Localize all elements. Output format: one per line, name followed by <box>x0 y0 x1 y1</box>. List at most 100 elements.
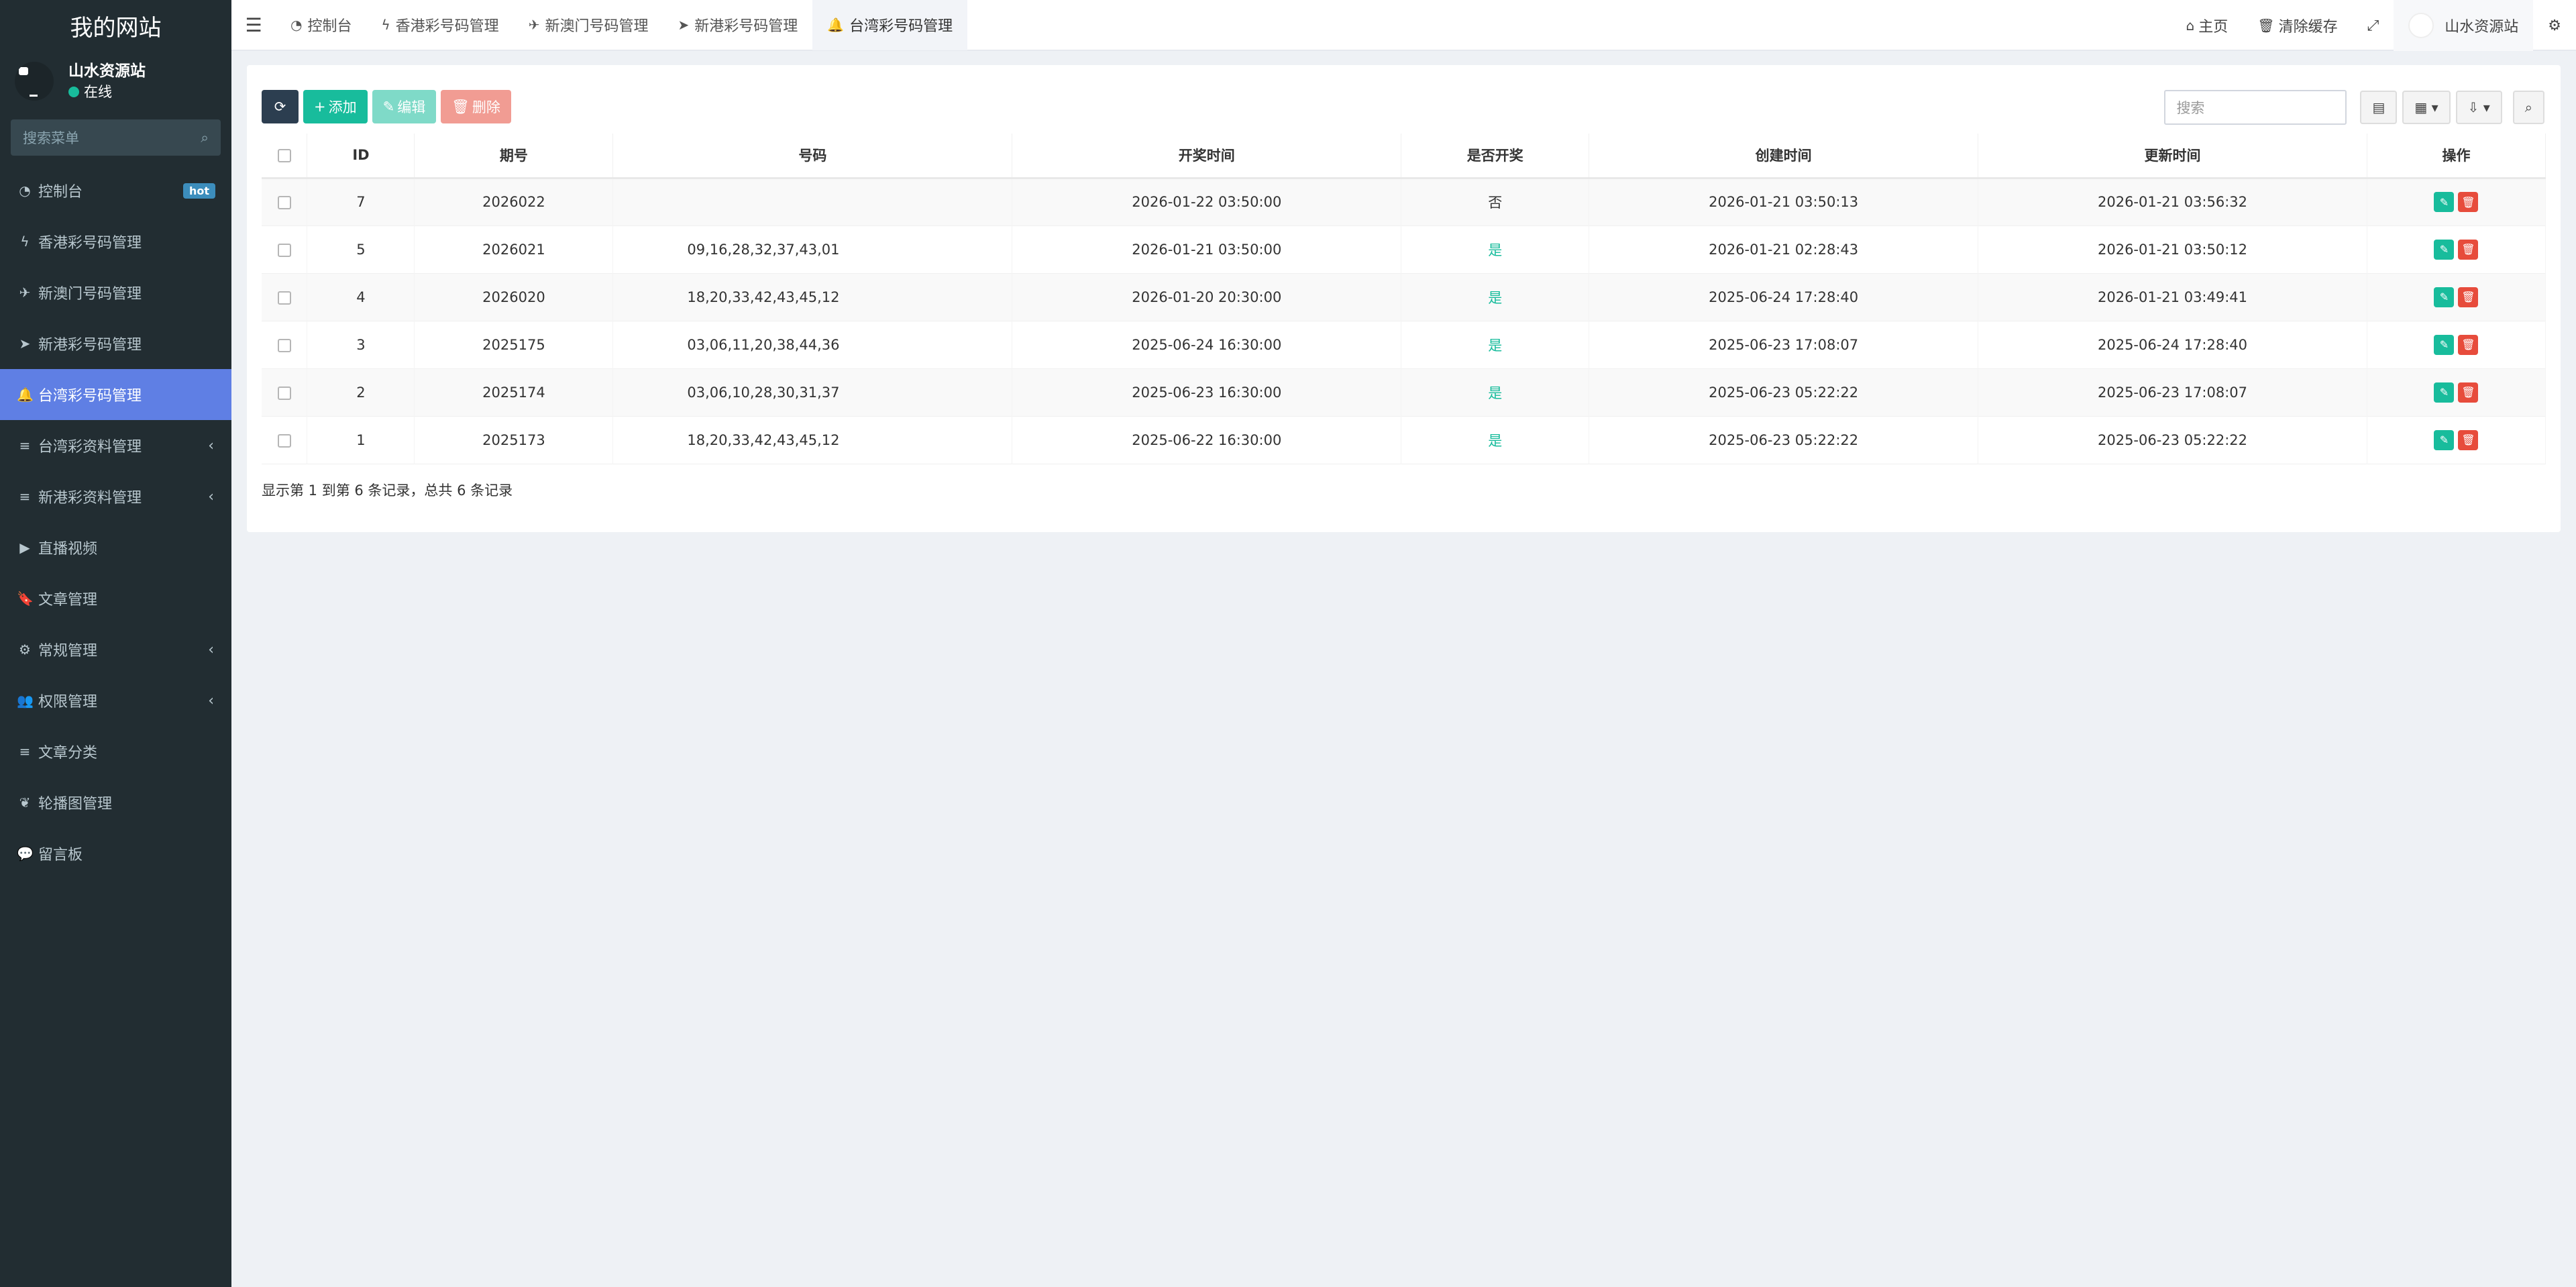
table-row[interactable]: 4 2026020 18,20,33,42,43,45,12 2026-01-20 2… <box>262 273 2546 321</box>
sidebar-item-0[interactable]: ◔ 控制台 hot <box>0 165 231 216</box>
sidebar-item-label: 新港彩号码管理 <box>38 337 142 354</box>
bookmark-icon: 🔖 <box>17 590 34 607</box>
sidebar-item-4[interactable]: 🔔 台湾彩号码管理 <box>0 369 231 420</box>
tab-1[interactable]: ϟ 香港彩号码管理 <box>366 0 513 50</box>
cell-issue: 2025174 <box>414 368 614 416</box>
cell-created: 2026-01-21 02:28:43 <box>1589 225 1979 273</box>
table-row[interactable]: 3 2025175 03,06,11,20,38,44,36 2025-06-24 1… <box>262 321 2546 368</box>
sidebar-item-13[interactable]: 💬 留言板 <box>0 828 231 879</box>
tab-2[interactable]: ✈ 新澳门号码管理 <box>514 0 663 50</box>
col-issue[interactable]: 期号 <box>414 134 614 179</box>
edit-row-button[interactable]: ✎ <box>2434 287 2455 307</box>
video-icon: ▶ <box>19 539 30 556</box>
edit-row-button[interactable]: ✎ <box>2434 239 2455 260</box>
tab-label: 控制台 <box>307 18 352 35</box>
edit-row-button[interactable]: ✎ <box>2434 334 2455 355</box>
export-button[interactable]: ⇩ ▾ <box>2455 91 2502 124</box>
sidebar-item-label: 文章分类 <box>38 745 98 762</box>
table-row[interactable]: 5 2026021 09,16,28,32,37,43,01 2026-01-21 0… <box>262 225 2546 273</box>
edit-row-button[interactable]: ✎ <box>2434 192 2455 212</box>
table-right-tools: 搜索 ▤ ▦ ▾ ⇩ ▾ ⌕ <box>2164 90 2544 125</box>
sidebar-item-5[interactable]: ≡ 台湾彩资料管理 ‹ <box>0 420 231 471</box>
data-table: ID 期号 号码 开奖时间 是否开奖 创建时间 更新时间 操作 7 2026022… <box>262 134 2546 464</box>
col-created[interactable]: 创建时间 <box>1589 134 1979 179</box>
delete-row-button[interactable]: 🗑 <box>2458 192 2479 212</box>
sidebar-item-1[interactable]: ϟ 香港彩号码管理 <box>0 216 231 267</box>
search-icon[interactable]: ⌕ <box>201 130 209 146</box>
row-checkbox[interactable] <box>262 178 308 225</box>
sidebar-item-8[interactable]: 🔖 文章管理 <box>0 573 231 624</box>
cell-created: 2026-01-21 03:50:13 <box>1589 178 1979 225</box>
sidebar-item-7[interactable]: ▶ 直播视频 <box>0 522 231 573</box>
row-checkbox[interactable] <box>262 273 308 321</box>
add-button[interactable]: + 添加 <box>303 90 368 123</box>
columns-button[interactable]: ▦ ▾ <box>2402 91 2451 124</box>
cell-draw-time: 2025-06-23 16:30:00 <box>1012 368 1402 416</box>
sidebar-item-6[interactable]: ≡ 新港彩资料管理 ‹ <box>0 471 231 522</box>
delete-row-button[interactable]: 🗑 <box>2458 429 2479 450</box>
settings-icon[interactable]: ⚙ <box>2533 0 2576 51</box>
col-numbers[interactable]: 号码 <box>612 134 1013 179</box>
clear-cache-button[interactable]: 🗑 清除缓存 <box>2243 0 2352 51</box>
delete-row-button[interactable]: 🗑 <box>2458 382 2479 403</box>
delete-row-button[interactable]: 🗑 <box>2458 287 2479 307</box>
bolt-icon: ϟ <box>381 17 390 33</box>
edit-row-button[interactable]: ✎ <box>2434 429 2455 450</box>
cell-created: 2025-06-23 05:22:22 <box>1589 368 1979 416</box>
cell-draw-time: 2026-01-22 03:50:00 <box>1012 178 1402 225</box>
col-updated[interactable]: 更新时间 <box>1978 134 2367 179</box>
refresh-icon: ⟳ <box>274 99 286 115</box>
row-checkbox[interactable] <box>262 225 308 273</box>
home-link[interactable]: ⌂ 主页 <box>2171 0 2243 51</box>
tab-0[interactable]: ◔ 控制台 <box>276 0 366 50</box>
cell-updated: 2026-01-21 03:50:12 <box>1978 225 2367 273</box>
bell-icon: 🔔 <box>827 17 845 33</box>
row-checkbox[interactable] <box>262 416 308 464</box>
delete-button[interactable]: 🗑 删除 <box>441 90 511 123</box>
sidebar-item-label: 常规管理 <box>38 643 98 660</box>
sidebar-item-12[interactable]: ❦ 轮播图管理 <box>0 777 231 828</box>
trash-icon: 🗑 <box>2257 17 2275 34</box>
cell-numbers: 03,06,11,20,38,44,36 <box>612 321 1013 368</box>
edit-button[interactable]: ✎ 编辑 <box>372 90 437 123</box>
table-row[interactable]: 7 2026022 2026-01-22 03:50:00 否 2026-01-21 0… <box>262 178 2546 225</box>
row-checkbox[interactable] <box>262 368 308 416</box>
col-draw-time[interactable]: 开奖时间 <box>1012 134 1402 179</box>
trash-icon: 🗑 <box>451 98 470 115</box>
advanced-search-button[interactable]: ⌕ <box>2512 91 2544 124</box>
sidebar-item-10[interactable]: 👥 权限管理 ‹ <box>0 675 231 726</box>
tab-bar: ◔ 控制台 ϟ 香港彩号码管理 ✈ 新澳门号码管理 ➤ 新港彩号码管理 🔔 台湾彩号码管理 <box>276 0 968 50</box>
tab-3[interactable]: ➤ 新港彩号码管理 <box>663 0 812 50</box>
edit-row-button[interactable]: ✎ <box>2434 382 2455 403</box>
sidebar-item-2[interactable]: ✈ 新澳门号码管理 <box>0 267 231 318</box>
sidebar-item-11[interactable]: ≡ 文章分类 <box>0 726 231 777</box>
row-actions: ✎ 🗑 <box>2367 225 2546 273</box>
select-all-checkbox[interactable] <box>262 134 308 179</box>
tab-4[interactable]: 🔔 台湾彩号码管理 <box>812 0 968 50</box>
sidebar-search-input[interactable]: 搜索菜单 ⌕ <box>11 119 221 156</box>
delete-row-button[interactable]: 🗑 <box>2458 239 2479 260</box>
plane-icon: ✈ <box>19 285 31 301</box>
sidebar-item-3[interactable]: ➤ 新港彩号码管理 <box>0 318 231 369</box>
table-row[interactable]: 1 2025173 18,20,33,42,43,45,12 2025-06-22 1… <box>262 416 2546 464</box>
location-arrow-icon: ➤ <box>678 17 690 33</box>
row-actions: ✎ 🗑 <box>2367 321 2546 368</box>
cell-numbers: 03,06,10,28,30,31,37 <box>612 368 1013 416</box>
content-panel: ⟳ + 添加 ✎ 编辑 🗑 删除 搜索 ▤ ▦ ▾ ⇩ ▾ ⌕ ID 期号 号码 开奖… <box>247 65 2561 532</box>
brand-logo[interactable]: 我的网站 <box>0 0 231 51</box>
toggle-view-button[interactable]: ▤ <box>2360 91 2398 124</box>
sidebar-item-label: 文章管理 <box>38 592 98 609</box>
sidebar-item-label: 控制台 <box>38 184 83 201</box>
table-row[interactable]: 2 2025174 03,06,10,28,30,31,37 2025-06-23 1… <box>262 368 2546 416</box>
sidebar-item-9[interactable]: ⚙ 常规管理 ‹ <box>0 624 231 675</box>
col-drawn[interactable]: 是否开奖 <box>1401 134 1590 179</box>
table-search-input[interactable]: 搜索 <box>2164 90 2347 125</box>
col-id[interactable]: ID <box>307 134 415 179</box>
delete-row-button[interactable]: 🗑 <box>2458 334 2479 355</box>
user-menu[interactable]: 山水资源站 <box>2394 0 2534 51</box>
fullscreen-icon[interactable]: ⤢ <box>2353 0 2394 51</box>
row-checkbox[interactable] <box>262 321 308 368</box>
pencil-icon: ✎ <box>382 99 395 115</box>
menu-toggle-icon[interactable]: ☰ <box>231 14 276 36</box>
refresh-button[interactable]: ⟳ <box>262 90 299 123</box>
